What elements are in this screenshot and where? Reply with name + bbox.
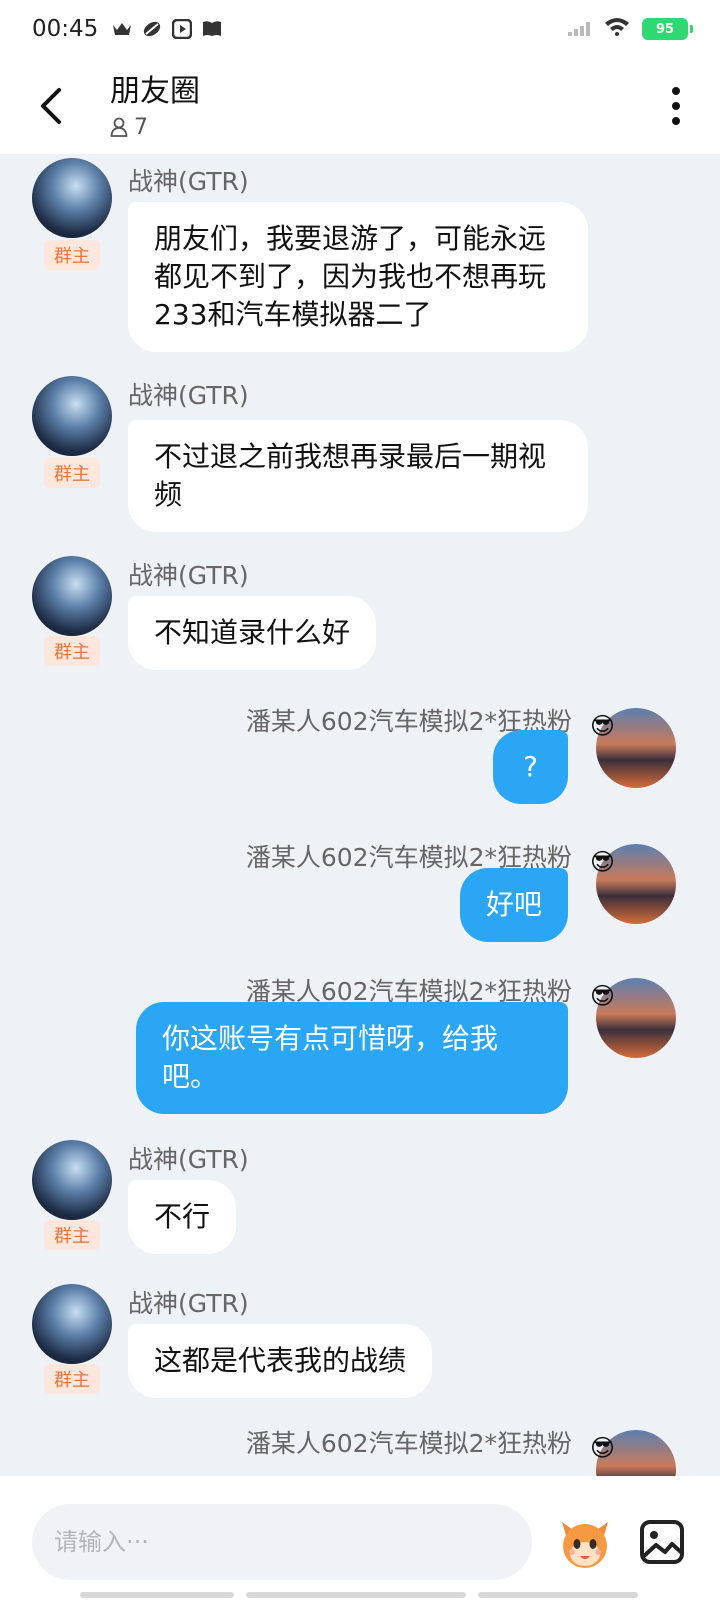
status-bar: 00:45 95 xyxy=(0,0,720,58)
chevron-left-icon xyxy=(41,88,61,124)
message-bubble[interactable]: 好吧 xyxy=(459,868,568,942)
sender-name: 战神(GTR) xyxy=(128,1145,249,1174)
nav-hint-bar xyxy=(246,1592,466,1598)
image-button[interactable] xyxy=(638,1518,686,1566)
person-icon xyxy=(110,117,128,137)
sunglasses-sticker-icon: 😎 xyxy=(590,712,616,740)
chat-message-list[interactable]: 群主 战神(GTR) 朋友们，我要退游了，可能永远都见不到了，因为我也不想再玩2… xyxy=(0,154,720,1476)
message-bubble[interactable]: 朋友们，我要退游了，可能永远都见不到了，因为我也不想再玩233和汽车模拟器二了 xyxy=(128,202,588,352)
back-button[interactable] xyxy=(10,58,90,154)
play-icon xyxy=(172,19,193,39)
nav-hint-bar xyxy=(80,1592,234,1598)
title-block: 朋友圈 7 xyxy=(110,73,200,140)
message-input[interactable] xyxy=(32,1504,532,1580)
member-count-value: 7 xyxy=(134,114,148,140)
owner-badge: 群主 xyxy=(44,636,100,666)
image-icon xyxy=(640,1520,684,1564)
signal-icon xyxy=(568,17,592,42)
avatar[interactable] xyxy=(32,376,112,456)
sender-name: 潘某人602汽车模拟2*狂热粉 xyxy=(245,1429,572,1458)
page-title: 朋友圈 xyxy=(110,73,200,109)
message-bubble[interactable]: 不行 xyxy=(128,1180,237,1254)
avatar[interactable] xyxy=(32,1140,112,1220)
book-icon xyxy=(202,19,222,39)
status-right: 95 xyxy=(568,16,693,42)
message-bubble[interactable]: 这都是代表我的战绩 xyxy=(128,1324,433,1398)
message-bubble[interactable]: 不知道录什么好 xyxy=(128,596,377,670)
sender-name: 战神(GTR) xyxy=(128,1289,249,1318)
sender-name: 战神(GTR) xyxy=(128,381,249,410)
sunglasses-sticker-icon: 😎 xyxy=(590,1434,616,1462)
leaf-icon xyxy=(142,19,162,39)
wifi-icon xyxy=(604,16,630,42)
status-notification-icons xyxy=(112,19,222,39)
avatar[interactable] xyxy=(32,158,112,238)
sender-name: 战神(GTR) xyxy=(128,561,249,590)
input-bar xyxy=(0,1476,720,1600)
avatar[interactable] xyxy=(32,556,112,636)
sunglasses-sticker-icon: 😎 xyxy=(590,848,616,876)
chat-header: 朋友圈 7 xyxy=(0,58,720,154)
battery-indicator: 95 xyxy=(642,18,693,40)
message-bubble[interactable]: 你这账号有点可惜呀，给我吧。 xyxy=(136,1002,568,1114)
owner-badge: 群主 xyxy=(44,1220,100,1250)
sender-name: 战神(GTR) xyxy=(128,167,249,196)
emoji-button[interactable] xyxy=(554,1512,616,1574)
more-options-button[interactable] xyxy=(646,58,706,154)
crown-icon xyxy=(112,19,132,39)
message-bubble[interactable]: ? xyxy=(493,730,568,804)
owner-badge: 群主 xyxy=(44,1364,100,1394)
more-vertical-icon xyxy=(672,87,680,125)
sunglasses-sticker-icon: 😎 xyxy=(590,982,616,1010)
message-bubble[interactable]: 不过退之前我想再录最后一期视频 xyxy=(128,420,588,532)
owner-badge: 群主 xyxy=(44,458,100,488)
fox-emoji-icon xyxy=(562,1522,608,1568)
owner-badge: 群主 xyxy=(44,240,100,270)
avatar[interactable] xyxy=(32,1284,112,1364)
nav-hint-bar xyxy=(478,1592,638,1598)
status-time: 00:45 xyxy=(32,16,99,42)
member-count[interactable]: 7 xyxy=(110,115,200,140)
